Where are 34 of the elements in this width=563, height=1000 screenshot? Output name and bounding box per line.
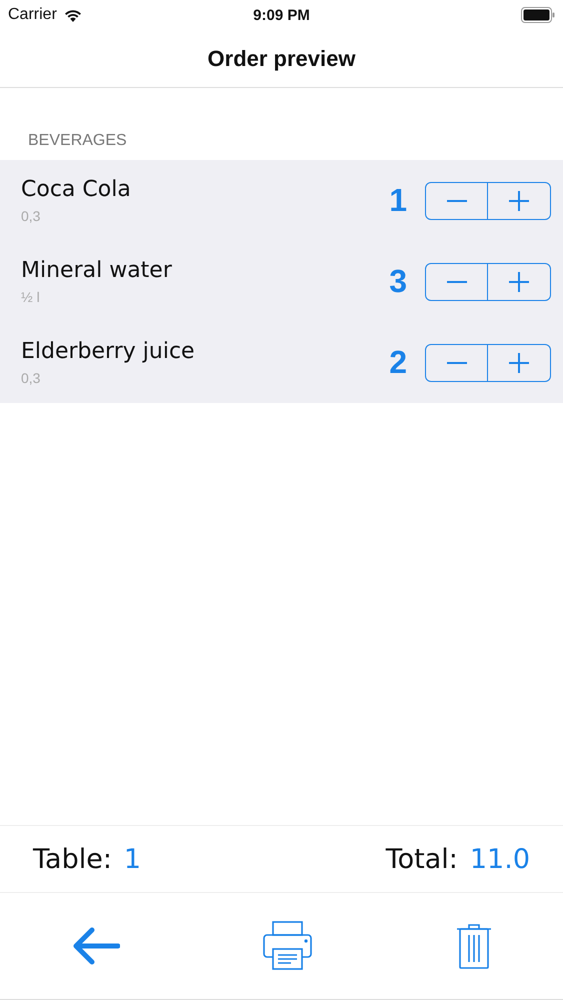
left-arrow-icon: [72, 927, 120, 965]
item-size: 0,3: [21, 208, 40, 224]
section-header: BEVERAGES: [28, 132, 127, 149]
item-size: ½ l: [21, 289, 40, 305]
trash-icon: [456, 923, 492, 969]
table-label: Table:: [33, 844, 112, 874]
plus-icon: [509, 272, 529, 292]
total-label: Total:: [386, 844, 458, 874]
decrement-button[interactable]: [425, 344, 488, 382]
decrement-button[interactable]: [425, 262, 488, 300]
plus-icon: [509, 190, 529, 210]
total-amount: 11.0: [470, 844, 530, 874]
minus-icon: [446, 280, 466, 282]
item-name: Coca Cola: [21, 177, 131, 202]
wifi-icon: [64, 8, 82, 22]
increment-button[interactable]: [488, 262, 551, 300]
item-quantity: 2: [389, 344, 407, 381]
screen-title: Order preview: [208, 46, 356, 72]
printer-icon: [262, 921, 312, 971]
battery-icon: [520, 7, 555, 23]
minus-icon: [446, 362, 466, 364]
item-name: Elderberry juice: [21, 339, 195, 364]
minus-icon: [446, 200, 466, 202]
clock-time: 9:09 PM: [253, 6, 310, 24]
item-quantity: 1: [389, 182, 407, 219]
table-number: 1: [124, 844, 142, 874]
increment-button[interactable]: [488, 182, 551, 220]
plus-icon: [509, 352, 529, 372]
carrier-name: Carrier: [8, 6, 57, 24]
decrement-button[interactable]: [425, 182, 488, 220]
increment-button[interactable]: [488, 344, 551, 382]
item-name: Mineral water: [21, 258, 172, 283]
item-size: 0,3: [21, 370, 40, 386]
item-quantity: 3: [389, 263, 407, 300]
